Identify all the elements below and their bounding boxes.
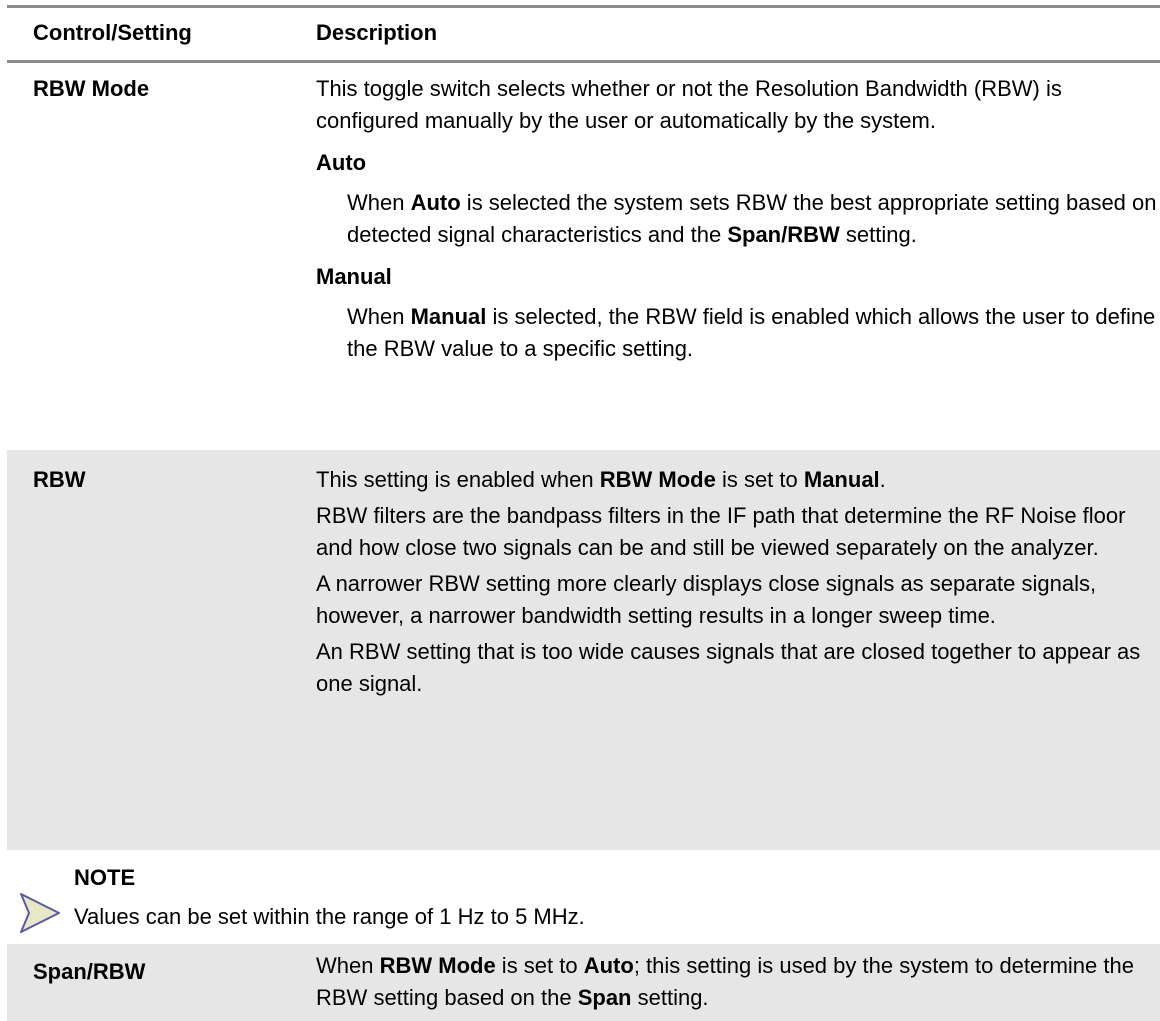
description-rbw-mode: This toggle switch selects whether or no… xyxy=(316,73,1160,365)
description-rbw: This setting is enabled when RBW Mode is… xyxy=(316,464,1160,700)
rbw-mode-intro: This toggle switch selects whether or no… xyxy=(316,76,1062,133)
header-description: Description xyxy=(316,20,438,45)
document-page: Control/Setting Description RBW Mode Thi… xyxy=(0,0,1160,1021)
control-label-rbw: RBW xyxy=(33,467,86,492)
control-label-rbw-mode: RBW Mode xyxy=(33,76,150,101)
note-arrow-icon xyxy=(20,893,60,933)
note-text: Values can be set within the range of 1 … xyxy=(74,904,585,929)
table-row-span-rbw: Span/RBW When RBW Mode is set to Auto; t… xyxy=(7,944,1160,1021)
control-label-span-rbw: Span/RBW xyxy=(33,959,146,984)
rbw-wide-text: An RBW setting that is too wide causes s… xyxy=(316,639,1141,696)
manual-description: When Manual is selected, the RBW field i… xyxy=(347,304,1156,361)
table-top-rule xyxy=(7,5,1160,8)
rbw-enabled-text: This setting is enabled when RBW Mode is… xyxy=(316,467,886,492)
description-span-rbw: When RBW Mode is set to Auto; this setti… xyxy=(316,950,1160,1014)
auto-subheading: Auto xyxy=(316,150,367,175)
rbw-narrower-text: A narrower RBW setting more clearly disp… xyxy=(316,571,1097,628)
rbw-filters-text: RBW filters are the bandpass filters in … xyxy=(316,503,1126,560)
table-row-rbw: RBW This setting is enabled when RBW Mod… xyxy=(7,450,1160,850)
header-control-setting: Control/Setting xyxy=(33,20,192,45)
manual-subheading: Manual xyxy=(316,264,392,289)
auto-description: When Auto is selected the system sets RB… xyxy=(347,190,1157,247)
table-row-rbw-mode: RBW Mode This toggle switch selects whet… xyxy=(7,63,1160,450)
span-rbw-text: When RBW Mode is set to Auto; this setti… xyxy=(316,953,1134,1010)
note-title: NOTE xyxy=(74,865,136,890)
